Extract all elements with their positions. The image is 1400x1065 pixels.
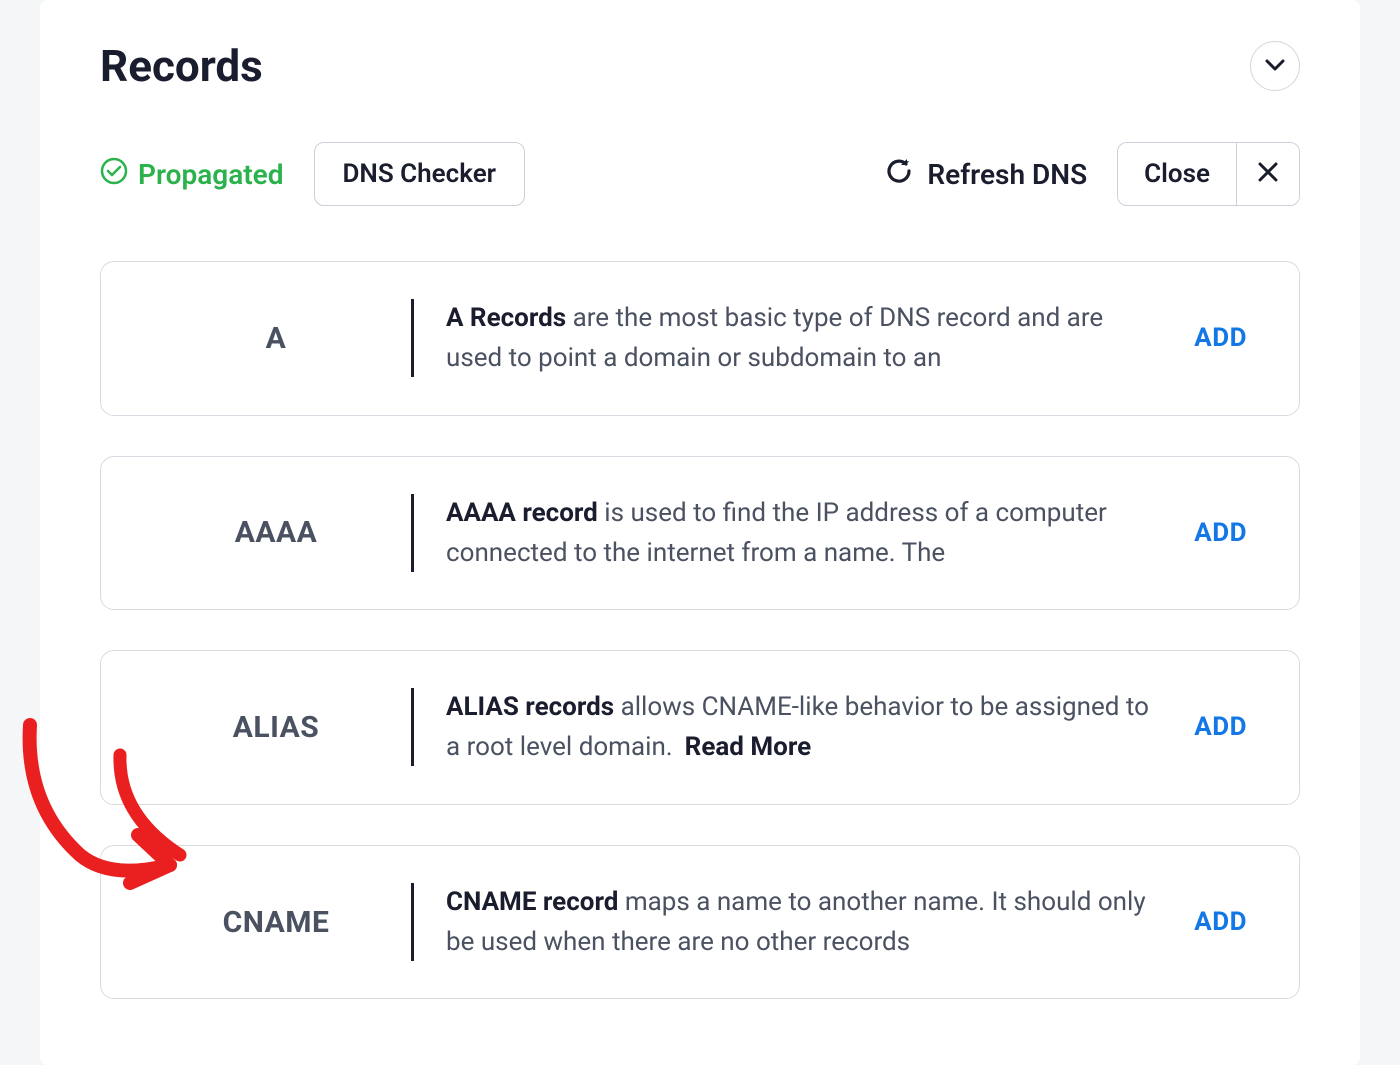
record-card-alias: ALIAS ALIAS records allows CNAME-like be…	[100, 650, 1300, 805]
record-type-label: CNAME	[223, 905, 330, 940]
dns-checker-button[interactable]: DNS Checker	[314, 142, 526, 206]
close-button[interactable]: Close	[1118, 143, 1237, 205]
header-row: Records	[100, 40, 1300, 92]
record-type-label: ALIAS	[233, 710, 320, 745]
record-description: AAAA record is used to find the IP addre…	[446, 493, 1182, 574]
add-button[interactable]: ADD	[1182, 510, 1259, 556]
page-title: Records	[100, 40, 263, 92]
close-x-button[interactable]	[1237, 143, 1299, 205]
record-description: CNAME record maps a name to another name…	[446, 882, 1182, 963]
refresh-dns-button[interactable]: Refresh DNS	[885, 157, 1087, 192]
chevron-down-icon	[1265, 59, 1285, 74]
divider	[411, 883, 414, 961]
record-type-label: A	[266, 321, 287, 356]
collapse-button[interactable]	[1250, 41, 1300, 91]
status-label: Propagated	[138, 158, 284, 191]
dns-checker-label: DNS Checker	[343, 159, 497, 189]
divider	[411, 688, 414, 766]
read-more-link[interactable]: Read More	[685, 732, 811, 762]
close-icon	[1256, 160, 1280, 188]
record-desc-bold: ALIAS records	[446, 692, 614, 722]
records-list: A A Records are the most basic type of D…	[100, 261, 1300, 999]
record-type-col: A	[141, 321, 411, 356]
record-type-col: ALIAS	[141, 710, 411, 745]
record-type-col: CNAME	[141, 905, 411, 940]
refresh-label: Refresh DNS	[927, 158, 1087, 191]
record-card-aaaa: AAAA AAAA record is used to find the IP …	[100, 456, 1300, 611]
checkmark-circle-icon	[100, 157, 128, 192]
propagation-status: Propagated	[100, 157, 284, 192]
refresh-icon	[885, 157, 913, 192]
record-type-label: AAAA	[235, 515, 318, 550]
record-card-cname: CNAME CNAME record maps a name to anothe…	[100, 845, 1300, 1000]
record-desc-bold: A Records	[446, 303, 566, 333]
record-card-a: A A Records are the most basic type of D…	[100, 261, 1300, 416]
divider	[411, 494, 414, 572]
add-button[interactable]: ADD	[1182, 704, 1259, 750]
record-desc-bold: AAAA record	[446, 498, 598, 528]
add-button[interactable]: ADD	[1182, 899, 1259, 945]
close-button-group: Close	[1117, 142, 1300, 206]
records-panel: Records Propagated DNS Checker	[40, 0, 1360, 1065]
toolbar-row: Propagated DNS Checker Refresh DNS Close	[100, 142, 1300, 206]
record-description: ALIAS records allows CNAME-like behavior…	[446, 687, 1182, 768]
record-description: A Records are the most basic type of DNS…	[446, 298, 1182, 379]
add-button[interactable]: ADD	[1182, 315, 1259, 361]
record-desc-bold: CNAME record	[446, 887, 618, 917]
record-type-col: AAAA	[141, 515, 411, 550]
divider	[411, 299, 414, 377]
